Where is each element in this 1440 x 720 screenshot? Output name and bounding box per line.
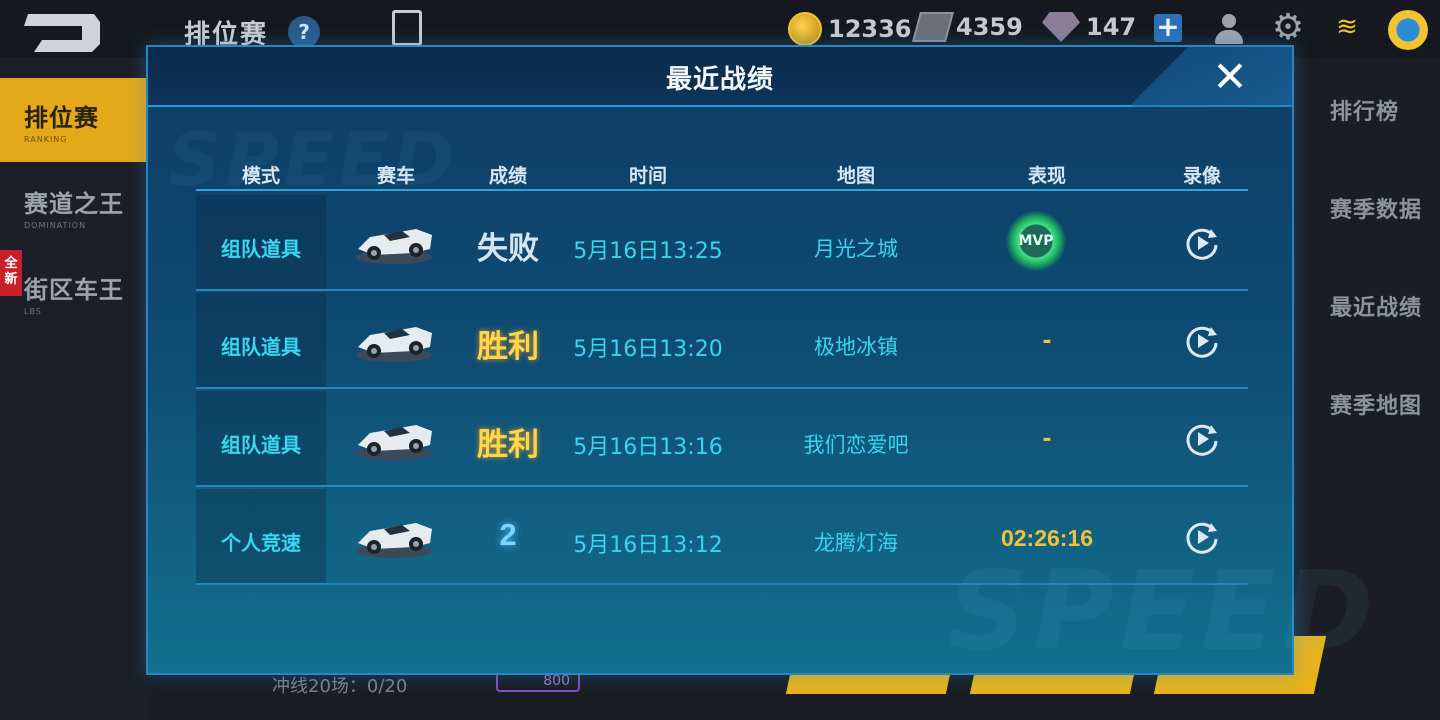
match-time: 5月16日13:20: [573, 337, 723, 362]
document-icon[interactable]: [392, 10, 422, 46]
race-car-icon: [356, 229, 432, 264]
table-row[interactable]: 个人竞速 2 5月16日13:12 龙腾灯海 02:26:16: [196, 489, 1248, 585]
new-badge: 全新: [0, 250, 22, 296]
performance-value: 02:26:16: [1000, 525, 1094, 551]
right-nav: 排行榜 赛季数据 最近战绩 赛季地图: [1296, 58, 1440, 458]
column-header-result: 成绩: [488, 165, 527, 187]
nav-item-lbs[interactable]: 街区车王 LBS: [0, 250, 150, 334]
map-name: 龙腾灯海: [814, 531, 898, 555]
wifi-icon: ≋: [1336, 12, 1358, 42]
match-time: 5月16日13:25: [573, 239, 723, 264]
coin-counter[interactable]: 12336: [788, 12, 912, 46]
result-rank: 2: [499, 517, 517, 552]
dialog-title: 最近战绩: [665, 65, 774, 95]
race-car-icon: [356, 425, 432, 460]
race-car-icon: [356, 523, 432, 558]
result-text: 胜利: [477, 329, 539, 365]
performance-value: -: [1042, 427, 1052, 452]
rnav-item-leaderboard[interactable]: 排行榜: [1330, 94, 1399, 126]
replay-icon[interactable]: [1184, 421, 1220, 457]
help-button[interactable]: ?: [288, 16, 320, 48]
ticket-icon: [911, 12, 955, 42]
column-header-performance: 表现: [1027, 165, 1066, 187]
match-time: 5月16日13:16: [573, 435, 723, 460]
table-row[interactable]: 组队道具 胜利 5月16日13:20 极地冰镇 -: [196, 293, 1248, 389]
nav-item-domination[interactable]: 赛道之王 DOMINATION: [0, 164, 150, 248]
result-text: 失败: [477, 231, 539, 267]
recent-records-dialog: SPEED SPEED 最近战绩 ✕ 模式 赛车 成绩 时间 地图 表现 录像 …: [146, 45, 1373, 675]
battery-icon: [1388, 10, 1428, 50]
nav-item-sub: RANKING: [24, 135, 68, 144]
column-header-map: 地图: [836, 165, 875, 187]
mvp-badge-icon: MVP: [1006, 211, 1066, 271]
mode-text: 组队道具: [221, 335, 301, 359]
nav-item-sub: LBS: [24, 307, 42, 316]
coin-amount: 12336: [828, 15, 912, 43]
rnav-item-season-map[interactable]: 赛季地图: [1330, 388, 1422, 420]
game-logo: [24, 14, 100, 52]
performance-value: -: [1042, 329, 1052, 354]
nav-item-ranking[interactable]: 排位赛 RANKING: [0, 78, 150, 162]
gem-amount: 147: [1086, 13, 1137, 41]
nav-item-label: 排位赛: [24, 104, 99, 132]
nav-item-sub: DOMINATION: [24, 221, 87, 230]
gear-icon[interactable]: ⚙: [1270, 10, 1306, 46]
mode-text: 个人竞速: [221, 531, 301, 555]
add-currency-button[interactable]: +: [1154, 13, 1182, 42]
mode-text: 组队道具: [221, 237, 301, 261]
map-name: 月光之城: [814, 237, 898, 261]
column-header-mode: 模式: [241, 165, 280, 187]
left-nav: 排位赛 RANKING 赛道之王 DOMINATION 街区车王 LBS: [0, 58, 150, 720]
nav-item-label: 街区车王: [24, 276, 124, 304]
gem-icon: [1042, 12, 1080, 42]
rnav-item-recent-records[interactable]: 最近战绩: [1330, 290, 1422, 322]
race-car-icon: [356, 327, 432, 362]
column-header-time: 时间: [628, 165, 667, 187]
mode-text: 组队道具: [221, 433, 301, 457]
match-time: 5月16日13:12: [573, 533, 723, 558]
map-name: 我们恋爱吧: [803, 433, 909, 457]
column-header-car: 赛车: [376, 165, 415, 187]
table-header: 模式 赛车 成绩 时间 地图 表现 录像: [196, 147, 1248, 191]
dialog-header: 最近战绩 ✕: [148, 47, 1292, 107]
map-name: 极地冰镇: [814, 335, 898, 359]
coin-icon: [788, 12, 822, 46]
ticket-amount: 4359: [956, 13, 1023, 41]
progress-label: 冲线20场：0/20: [272, 676, 408, 697]
replay-icon[interactable]: [1184, 519, 1220, 555]
table-row[interactable]: 组队道具 胜利 5月16日13:16 我们恋爱吧 -: [196, 391, 1248, 487]
result-text: 胜利: [477, 427, 539, 463]
column-header-replay: 录像: [1182, 165, 1221, 187]
rnav-item-season-data[interactable]: 赛季数据: [1330, 192, 1422, 224]
friends-icon[interactable]: [1212, 12, 1246, 46]
table-row[interactable]: 组队道具 失败 5月16日13:25 月光之城 MVP: [196, 195, 1248, 291]
replay-icon[interactable]: [1184, 323, 1220, 359]
replay-icon[interactable]: [1184, 225, 1220, 261]
ticket-counter[interactable]: 4359: [911, 12, 1023, 42]
close-icon[interactable]: ✕: [1208, 55, 1252, 99]
nav-item-label: 赛道之王: [24, 190, 124, 218]
gem-counter[interactable]: 147: [1042, 12, 1136, 42]
